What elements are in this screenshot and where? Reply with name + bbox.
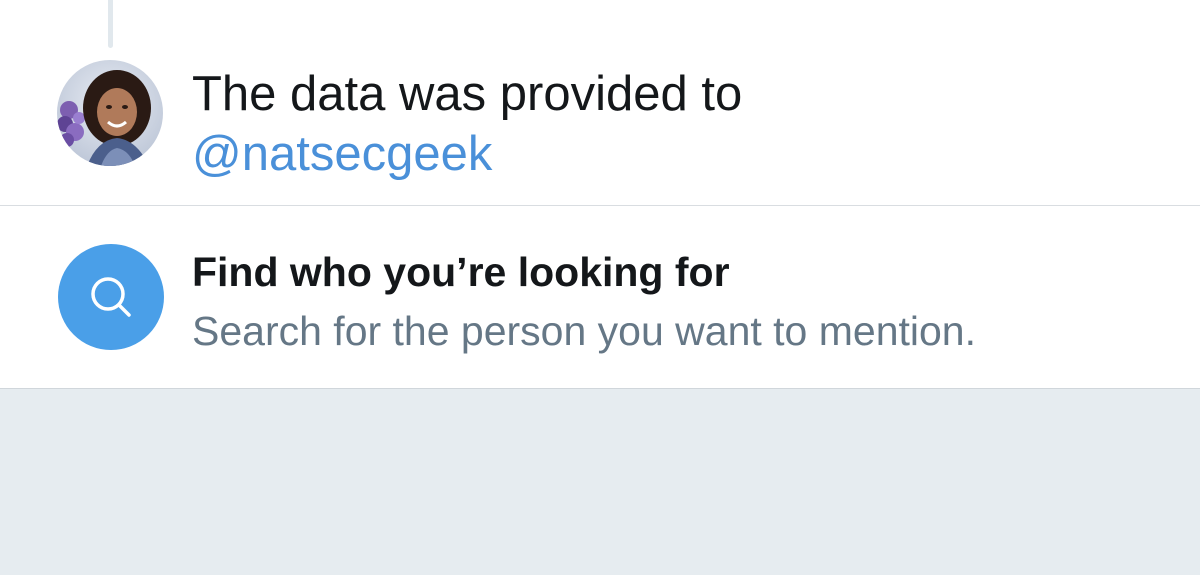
search-icon-badge — [58, 244, 164, 350]
tweet-text-field[interactable]: The data was provided to @natsecgeek — [192, 64, 1152, 184]
suggestion-subtitle: Search for the person you want to mentio… — [192, 308, 977, 354]
compose-area[interactable]: The data was provided to @natsecgeek — [0, 0, 1200, 206]
avatar — [57, 60, 163, 166]
search-icon — [91, 277, 131, 317]
mention-compose-screen: The data was provided to @natsecgeek Fin… — [0, 0, 1200, 575]
suggestion-title: Find who you’re looking for — [192, 249, 730, 295]
mention-handle[interactable]: @natsecgeek — [192, 124, 1152, 184]
find-people-suggestion[interactable]: Find who you’re looking for Search for t… — [0, 206, 1200, 389]
avatar-photo — [57, 60, 163, 166]
thread-connector-line — [108, 0, 113, 48]
tweet-text: The data was provided to — [192, 67, 743, 121]
